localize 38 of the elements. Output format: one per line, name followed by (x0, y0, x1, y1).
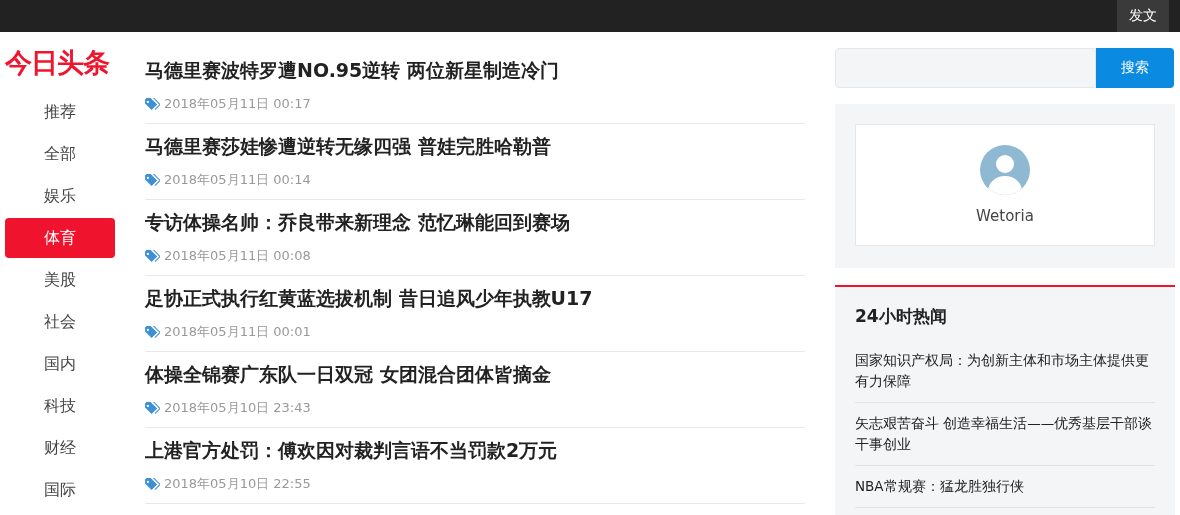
nav-item[interactable]: 美股 (5, 260, 115, 300)
avatar-icon (980, 145, 1030, 195)
article-title[interactable]: 足协正式执行红黄蓝选拔机制 昔日追风少年执教U17 (145, 276, 805, 319)
search-field[interactable] (835, 48, 1096, 88)
nav-item[interactable]: 推荐 (5, 92, 115, 132)
article-time: 2018年05月10日 22:55 (164, 475, 311, 493)
nav-item[interactable]: 科技 (5, 386, 115, 426)
nav-item[interactable]: 娱乐 (5, 176, 115, 216)
article-title[interactable]: 专访体操名帅：乔良带来新理念 范忆琳能回到赛场 (145, 200, 805, 243)
nav-item[interactable]: 全部 (5, 134, 115, 174)
nav-item[interactable]: 财经 (5, 428, 115, 468)
username: Wetoria (976, 207, 1034, 225)
article-time: 2018年05月11日 00:08 (164, 247, 311, 265)
article-title[interactable]: 马德里赛波特罗遭NO.95逆转 两位新星制造冷门 (145, 48, 805, 91)
news-link[interactable]: 国家知识产权局：为创新主体和市场主体提供更有力保障 (855, 350, 1155, 392)
tag-icon (145, 249, 160, 263)
article-title[interactable]: 上港官方处罚：傅欢因对裁判言语不当罚款2万元 (145, 428, 805, 471)
section-title: 24小时热闻 (855, 305, 948, 328)
nav-item[interactable]: 国际 (5, 470, 115, 510)
news-link[interactable]: 矢志艰苦奋斗 创造幸福生活——优秀基层干部谈干事创业 (855, 413, 1155, 455)
tag-icon (145, 325, 160, 339)
logo[interactable]: 今日头条 (5, 46, 115, 80)
article-time: 2018年05月11日 00:01 (164, 323, 311, 341)
article-time: 2018年05月11日 00:14 (164, 171, 311, 189)
nav-item[interactable]: 体育 (5, 218, 115, 258)
news-link[interactable]: NBA常规赛：猛龙胜独行侠 (855, 476, 1155, 497)
nav-item[interactable]: 国内 (5, 344, 115, 384)
article-title[interactable]: 体操全锦赛广东队一日双冠 女团混合团体皆摘金 (145, 352, 805, 395)
tag-icon (145, 477, 160, 491)
nav-item[interactable]: 社会 (5, 302, 115, 342)
post-button[interactable]: 发文 (1117, 0, 1169, 32)
article-time: 2018年05月10日 23:43 (164, 399, 311, 417)
article-title[interactable]: 马德里赛莎娃惨遭逆转无缘四强 普娃完胜哈勒普 (145, 124, 805, 167)
tag-icon (145, 97, 160, 111)
tag-icon (145, 173, 160, 187)
tag-icon (145, 401, 160, 415)
article-time: 2018年05月11日 00:17 (164, 95, 311, 113)
search-button[interactable]: 搜索 (1096, 48, 1174, 88)
